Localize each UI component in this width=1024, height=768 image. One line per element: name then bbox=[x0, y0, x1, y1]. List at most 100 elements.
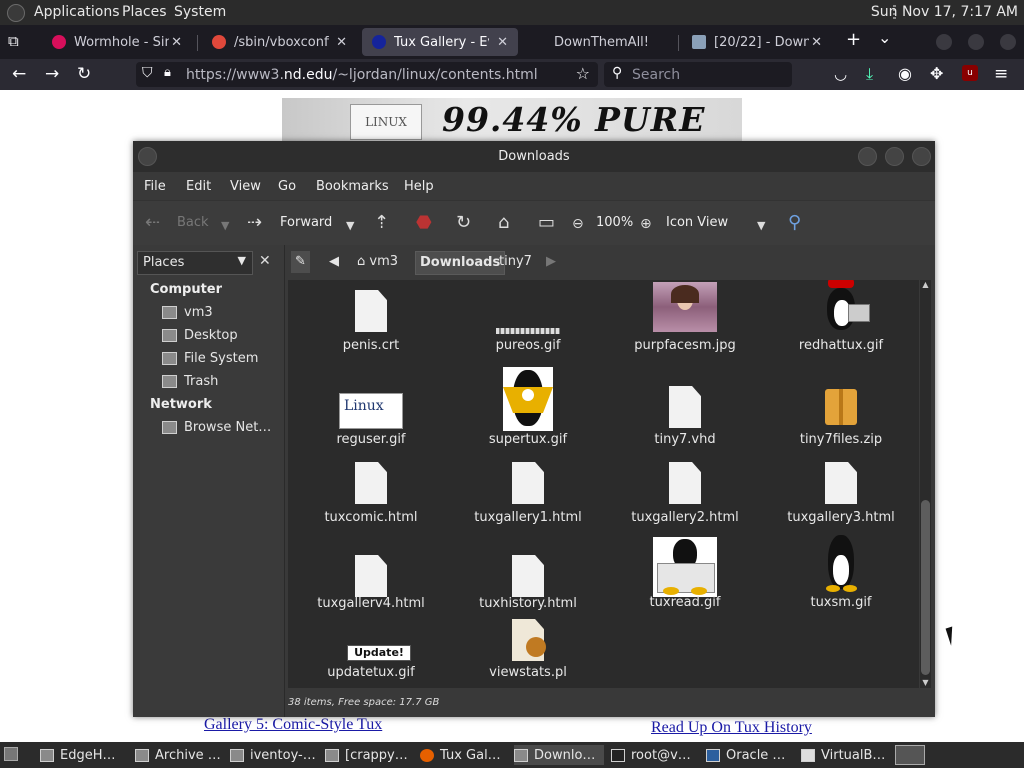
taskbar-item-crappy[interactable]: [crappy… bbox=[325, 745, 413, 765]
ubuntu-logo-icon[interactable] bbox=[7, 4, 25, 22]
menu-view[interactable]: View bbox=[230, 179, 261, 194]
places-menu[interactable]: Places bbox=[122, 4, 167, 20]
reload-icon[interactable]: ↻ bbox=[456, 213, 471, 233]
task-label: root@v… bbox=[631, 747, 691, 763]
workspace-switcher[interactable] bbox=[895, 745, 925, 765]
close-button[interactable] bbox=[912, 147, 931, 166]
url-bar[interactable]: ⛉ 🔒︎ https://www3.nd.edu/~ljordan/linux/… bbox=[136, 62, 598, 87]
taskbar-item-iventoy[interactable]: iventoy-… bbox=[230, 745, 318, 765]
app-menu-icon[interactable]: ≡ bbox=[994, 63, 1008, 85]
menu-edit[interactable]: Edit bbox=[186, 179, 211, 194]
back-arrow-icon[interactable]: ← bbox=[12, 63, 26, 85]
close-tab-icon[interactable]: ✕ bbox=[497, 35, 508, 50]
pocket-icon[interactable]: ◡ bbox=[834, 63, 847, 85]
firefox-icon bbox=[420, 748, 434, 762]
system-menu[interactable]: System bbox=[174, 4, 226, 20]
chevron-down-icon: ▼ bbox=[237, 254, 246, 267]
zoom-out-icon[interactable]: ⊖ bbox=[572, 214, 584, 234]
back-history-chevron-icon[interactable]: ▼ bbox=[221, 216, 229, 236]
minimize-button[interactable] bbox=[858, 147, 877, 166]
tab-overview-icon[interactable]: ⧉ bbox=[8, 30, 19, 52]
sidebar-item-browse-network[interactable]: Browse Net… bbox=[162, 420, 271, 435]
close-tab-icon[interactable]: ✕ bbox=[811, 35, 822, 50]
tab-tux-gallery[interactable]: Tux Gallery - Eve ✕ bbox=[362, 28, 518, 56]
account-icon[interactable]: ◉ bbox=[898, 63, 912, 85]
close-tab-icon[interactable]: ✕ bbox=[336, 35, 347, 50]
search-icon[interactable]: ⚲ bbox=[788, 213, 801, 233]
shield-icon[interactable]: ⛉ bbox=[142, 65, 153, 81]
scroll-up-icon[interactable]: ▲ bbox=[920, 280, 931, 289]
new-tab-button[interactable]: + bbox=[846, 29, 861, 51]
menu-bookmarks[interactable]: Bookmarks bbox=[316, 179, 389, 194]
tab-downthemall-progress[interactable]: [20/22] - DownT ✕ bbox=[682, 28, 832, 56]
menu-go[interactable]: Go bbox=[278, 179, 296, 194]
applications-menu[interactable]: Applications bbox=[34, 4, 120, 20]
taskbar-item-virtualbox[interactable]: VirtualB… bbox=[801, 745, 889, 765]
sidebar-mode-select[interactable]: Places ▼ bbox=[137, 251, 253, 275]
gallery-5-link[interactable]: Gallery 5: Comic-Style Tux bbox=[204, 716, 382, 734]
scroll-down-icon[interactable]: ▼ bbox=[920, 678, 931, 687]
taskbar-item-terminal[interactable]: root@v… bbox=[611, 745, 699, 765]
taskbar-item-tux-gallery[interactable]: Tux Gal… bbox=[420, 745, 508, 765]
file-icon-view[interactable]: penis.crt pureos.gif purpfacesm.jpg redh… bbox=[288, 280, 919, 688]
stop-icon[interactable]: ⬣ bbox=[416, 213, 432, 233]
close-sidebar-icon[interactable]: ✕ bbox=[259, 253, 271, 269]
home-folder-icon[interactable]: ⌂ bbox=[498, 213, 509, 233]
zip-strip-icon bbox=[839, 389, 843, 425]
taskbar-item-oracle[interactable]: Oracle … bbox=[706, 745, 794, 765]
icon-view-scrollbar[interactable]: ▲ ▼ bbox=[920, 280, 931, 688]
tab-vboxconfig[interactable]: /sbin/vboxconfig ✕ bbox=[202, 28, 357, 56]
file-manager-titlebar[interactable]: Downloads bbox=[133, 141, 935, 172]
bookmark-star-icon[interactable]: ☆ bbox=[576, 64, 590, 83]
ublock-icon[interactable]: u bbox=[962, 65, 978, 81]
forward-arrow-icon[interactable]: ⇢ bbox=[247, 213, 262, 233]
show-desktop-icon[interactable] bbox=[4, 747, 18, 761]
close-tab-icon[interactable]: ✕ bbox=[171, 35, 182, 50]
path-segment-downloads[interactable]: Downloads bbox=[415, 251, 506, 275]
forward-arrow-icon[interactable]: → bbox=[45, 63, 59, 85]
back-arrow-icon[interactable]: ⇠ bbox=[145, 213, 160, 233]
menu-file[interactable]: File bbox=[144, 179, 166, 194]
downloads-icon[interactable]: ⤓ bbox=[866, 63, 873, 85]
list-tabs-button[interactable]: ⌄ bbox=[878, 27, 891, 49]
menu-help[interactable]: Help bbox=[404, 179, 434, 194]
document-icon bbox=[825, 462, 857, 504]
tab-wormhole[interactable]: Wormhole - Sim ✕ bbox=[42, 28, 192, 56]
taskbar-item-downloads[interactable]: Downlo… bbox=[514, 745, 604, 765]
tab-downthemall[interactable]: DownThemAll! - bbox=[522, 28, 677, 56]
window-maximize-button[interactable] bbox=[968, 34, 984, 50]
view-mode-select[interactable]: Icon View bbox=[666, 215, 728, 230]
path-segment-tiny7[interactable]: tiny7 bbox=[495, 251, 536, 273]
up-arrow-icon[interactable]: ⇡ bbox=[374, 213, 389, 233]
scrollbar-thumb[interactable] bbox=[921, 500, 930, 675]
forward-history-chevron-icon[interactable]: ▼ bbox=[346, 216, 354, 236]
view-mode-chevron-icon[interactable]: ▼ bbox=[757, 216, 765, 236]
file-name: reguser.gif bbox=[336, 432, 406, 447]
path-scroll-left-icon[interactable]: ◀ bbox=[325, 251, 343, 273]
taskbar-item-archive[interactable]: Archive … bbox=[135, 745, 223, 765]
clock[interactable]: Sun Nov 17, 7:17 AM bbox=[871, 4, 1018, 20]
path-scroll-right-icon[interactable]: ▶ bbox=[542, 251, 560, 273]
computer-icon[interactable]: ▭ bbox=[538, 213, 555, 233]
edit-location-icon[interactable]: ✎ bbox=[291, 251, 310, 273]
sidebar-item-desktop[interactable]: Desktop bbox=[162, 328, 238, 343]
maximize-button[interactable] bbox=[885, 147, 904, 166]
places-sidebar: Places ▼ ✕ Computer vm3 Desktop File Sys… bbox=[133, 245, 285, 717]
sidebar-item-trash[interactable]: Trash bbox=[162, 374, 218, 389]
tux-history-link[interactable]: Read Up On Tux History bbox=[651, 719, 812, 737]
zoom-in-icon[interactable]: ⊕ bbox=[640, 214, 652, 234]
back-button[interactable]: Back bbox=[177, 215, 209, 230]
extensions-icon[interactable]: ✥ bbox=[930, 63, 943, 85]
sidebar-item-filesystem[interactable]: File System bbox=[162, 351, 258, 366]
forward-button[interactable]: Forward bbox=[280, 215, 332, 230]
window-close-button[interactable] bbox=[1000, 34, 1016, 50]
sidebar-item-vm3[interactable]: vm3 bbox=[162, 305, 213, 320]
emblem-icon bbox=[522, 389, 534, 401]
lock-icon[interactable]: 🔒︎ bbox=[164, 65, 171, 80]
path-segment-vm3[interactable]: ⌂ vm3 bbox=[353, 251, 402, 273]
search-bar[interactable]: ⚲ Search bbox=[604, 62, 792, 87]
taskbar-item-edgeh[interactable]: EdgeH… bbox=[40, 745, 128, 765]
window-minimize-button[interactable] bbox=[936, 34, 952, 50]
path-segment-label: vm3 bbox=[369, 254, 399, 269]
reload-icon[interactable]: ↻ bbox=[77, 63, 91, 85]
